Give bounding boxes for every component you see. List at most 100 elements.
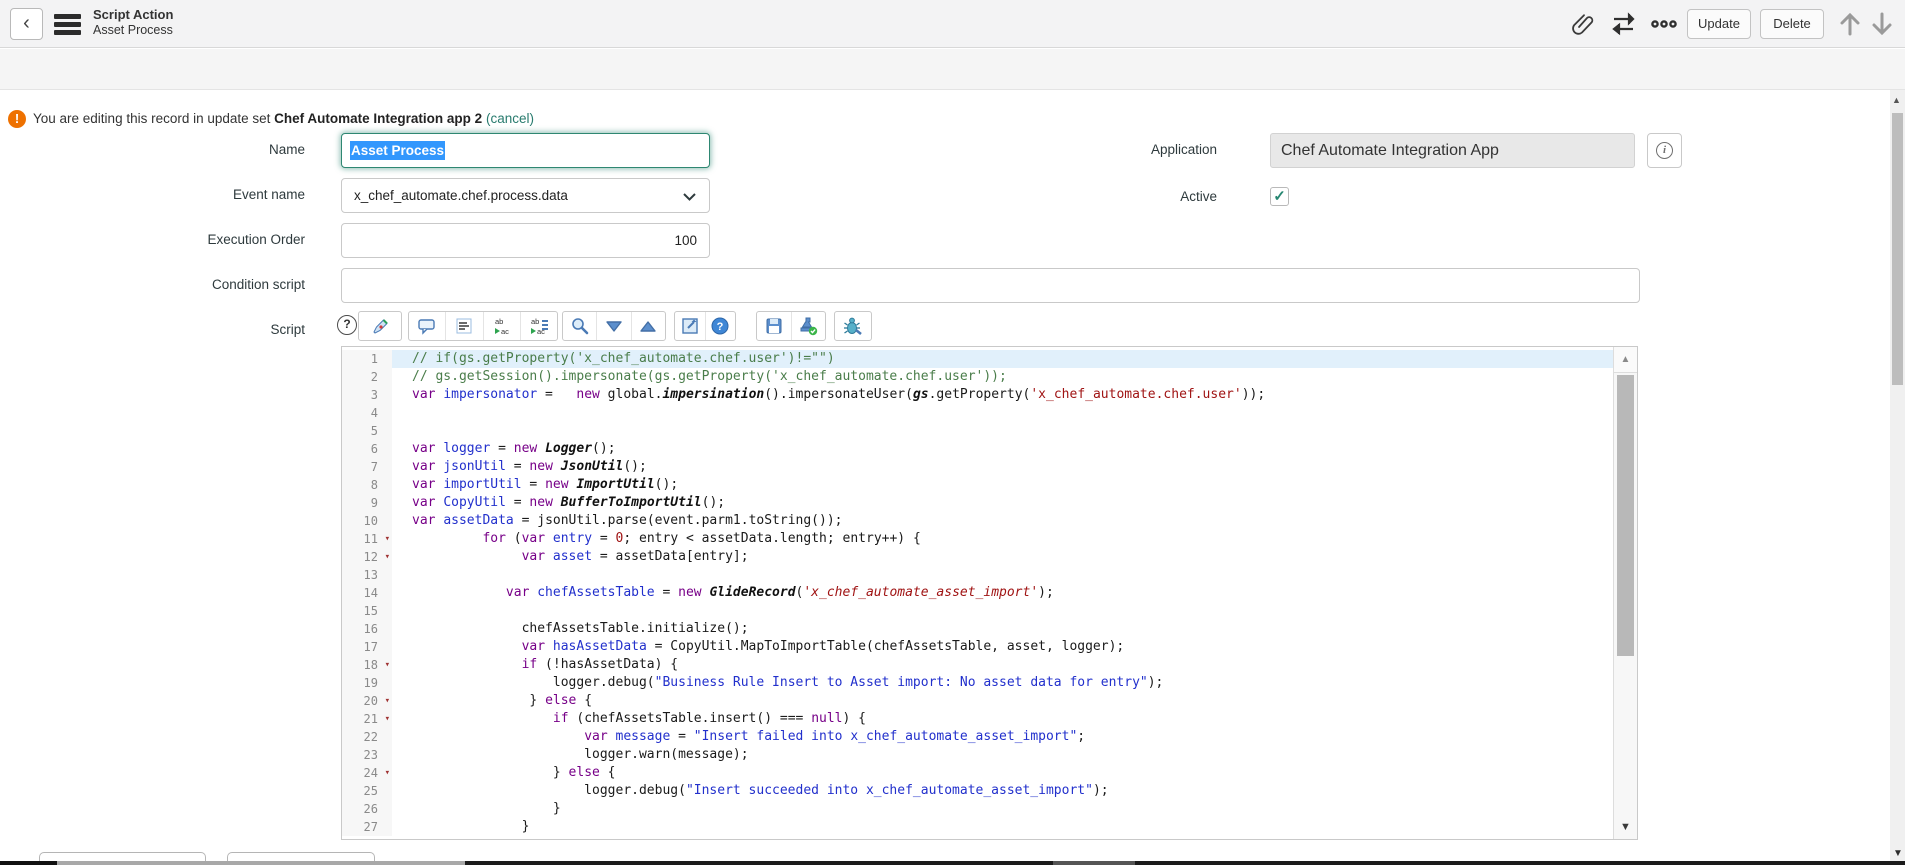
line-number: 20▾ [342, 692, 392, 710]
code-line: 26 } [342, 800, 1614, 818]
code-line: 17 var hasAssetData = CopyUtil.MapToImpo… [342, 638, 1614, 656]
fold-toggle-icon[interactable]: ▾ [385, 764, 390, 782]
code-text: } [392, 800, 1614, 818]
active-checkbox[interactable]: ✓ [1270, 187, 1289, 206]
page-scroll-down-icon[interactable]: ▼ [1893, 848, 1903, 859]
attachment-paperclip-icon[interactable] [1570, 10, 1598, 38]
search-icon[interactable] [563, 312, 596, 340]
code-line: 2// gs.getSession().impersonate(gs.getPr… [342, 368, 1614, 386]
code-text: if (chefAssetsTable.insert() === null) { [392, 710, 1614, 728]
fold-toggle-icon[interactable]: ▾ [385, 656, 390, 674]
cancel-update-set-link[interactable]: (cancel) [486, 111, 534, 126]
name-input[interactable]: Asset Process [341, 133, 710, 168]
selected-text: Asset Process [350, 141, 445, 160]
toggle-comment-icon[interactable] [409, 312, 445, 340]
code-text: // gs.getSession().impersonate(gs.getPro… [392, 368, 1614, 386]
fold-toggle-icon[interactable]: ▾ [385, 710, 390, 728]
page-scrollbar: ▲ ▼ [1890, 90, 1905, 865]
save-script-icon[interactable] [757, 312, 791, 340]
code-lines: 1// if(gs.getProperty('x_chef_automate.c… [342, 350, 1614, 836]
code-text: for (var entry = 0; entry < assetData.le… [392, 530, 1614, 548]
toolbar-group: ? [674, 311, 736, 341]
event-name-select[interactable]: x_chef_automate.chef.process.data [341, 178, 710, 213]
page-scroll-up-icon[interactable]: ▲ [1892, 95, 1901, 105]
toolbar-group [756, 311, 826, 341]
code-line: 27 } [342, 818, 1614, 836]
execution-order-label: Execution Order [60, 232, 305, 247]
syntax-check-icon[interactable] [791, 312, 826, 340]
line-number: 21▾ [342, 710, 392, 728]
fold-toggle-icon[interactable]: ▾ [385, 548, 390, 566]
active-label: Active [960, 189, 1217, 204]
script-help-icon[interactable]: ? [337, 315, 357, 335]
personalize-form-sliders-icon[interactable] [1610, 10, 1638, 38]
code-line: 4 [342, 404, 1614, 422]
line-number: 1 [342, 350, 392, 368]
editor-scroll-down-icon[interactable]: ▼ [1614, 821, 1637, 837]
update-set-name: Chef Automate Integration app 2 [274, 111, 482, 126]
replace-all-icon[interactable]: abac [520, 312, 557, 340]
editor-scroll-up-icon[interactable]: ▲ [1614, 347, 1637, 373]
fold-toggle-icon[interactable]: ▾ [385, 692, 390, 710]
code-text: if (!hasAssetData) { [392, 656, 1614, 674]
code-text: var impersonator = new global.impersinat… [392, 386, 1614, 404]
warning-prefix: You are editing this record in update se… [33, 111, 274, 126]
open-in-new-window-icon[interactable] [675, 312, 705, 340]
next-record-arrow-icon[interactable] [1868, 8, 1896, 45]
code-line: 20▾ } else { [342, 692, 1614, 710]
context-menu-icon[interactable] [54, 14, 81, 35]
chevron-down-icon [683, 193, 696, 201]
format-code-icon[interactable] [445, 312, 482, 340]
line-number: 2 [342, 368, 392, 386]
svg-text:ab: ab [531, 317, 539, 326]
update-set-warning-text: You are editing this record in update se… [33, 111, 534, 126]
replace-icon[interactable]: abac [483, 312, 520, 340]
code-text: chefAssetsTable.initialize(); [392, 620, 1614, 638]
debug-script-icon[interactable] [835, 312, 871, 340]
delete-button[interactable]: Delete [1760, 9, 1824, 39]
update-button[interactable]: Update [1687, 9, 1751, 39]
line-number: 23 [342, 746, 392, 764]
code-text: var logger = new Logger(); [392, 440, 1614, 458]
find-previous-icon[interactable] [631, 312, 665, 340]
code-text [392, 602, 1614, 620]
find-next-icon[interactable] [596, 312, 630, 340]
line-number: 12▾ [342, 548, 392, 566]
code-line: 6var logger = new Logger(); [342, 440, 1614, 458]
back-button[interactable]: ‹ [10, 8, 43, 40]
name-label: Name [60, 142, 305, 157]
application-info-button[interactable]: i [1647, 133, 1682, 168]
line-number: 25 [342, 782, 392, 800]
code-line: 16 chefAssetsTable.initialize(); [342, 620, 1614, 638]
previous-record-arrow-icon[interactable] [1836, 8, 1864, 45]
code-line: 11▾ for (var entry = 0; entry < assetDat… [342, 530, 1614, 548]
svg-text:?: ? [717, 321, 724, 333]
code-line: 8var importUtil = new ImportUtil(); [342, 476, 1614, 494]
line-number: 6 [342, 440, 392, 458]
code-text: var CopyUtil = new BufferToImportUtil(); [392, 494, 1614, 512]
script-code-editor[interactable]: 1// if(gs.getProperty('x_chef_automate.c… [341, 346, 1638, 840]
more-options-ellipsis-icon[interactable] [1650, 10, 1678, 38]
code-text: var asset = assetData[entry]; [392, 548, 1614, 566]
condition-script-input[interactable] [341, 268, 1640, 303]
line-number: 26 [342, 800, 392, 818]
editor-scrollbar-thumb[interactable] [1617, 375, 1634, 656]
code-line: 5 [342, 422, 1614, 440]
code-text: var chefAssetsTable = new GlideRecord('x… [392, 584, 1614, 602]
syntax-editor-marker-icon[interactable] [359, 312, 401, 340]
line-number: 11▾ [342, 530, 392, 548]
code-line: 24▾ } else { [342, 764, 1614, 782]
line-number: 10 [342, 512, 392, 530]
line-number: 8 [342, 476, 392, 494]
api-help-icon[interactable]: ? [705, 312, 736, 340]
code-text: } else { [392, 764, 1614, 782]
line-number: 4 [342, 404, 392, 422]
execution-order-input[interactable]: 100 [341, 223, 710, 258]
page-scrollbar-thumb[interactable] [1892, 113, 1903, 385]
event-name-label: Event name [60, 187, 305, 202]
title-block: Script Action Asset Process [93, 7, 173, 37]
code-text: // if(gs.getProperty('x_chef_automate.ch… [392, 350, 1614, 368]
script-action-form-page: ‹ Script Action Asset Process Update Del… [0, 0, 1905, 865]
line-number: 19 [342, 674, 392, 692]
fold-toggle-icon[interactable]: ▾ [385, 530, 390, 548]
